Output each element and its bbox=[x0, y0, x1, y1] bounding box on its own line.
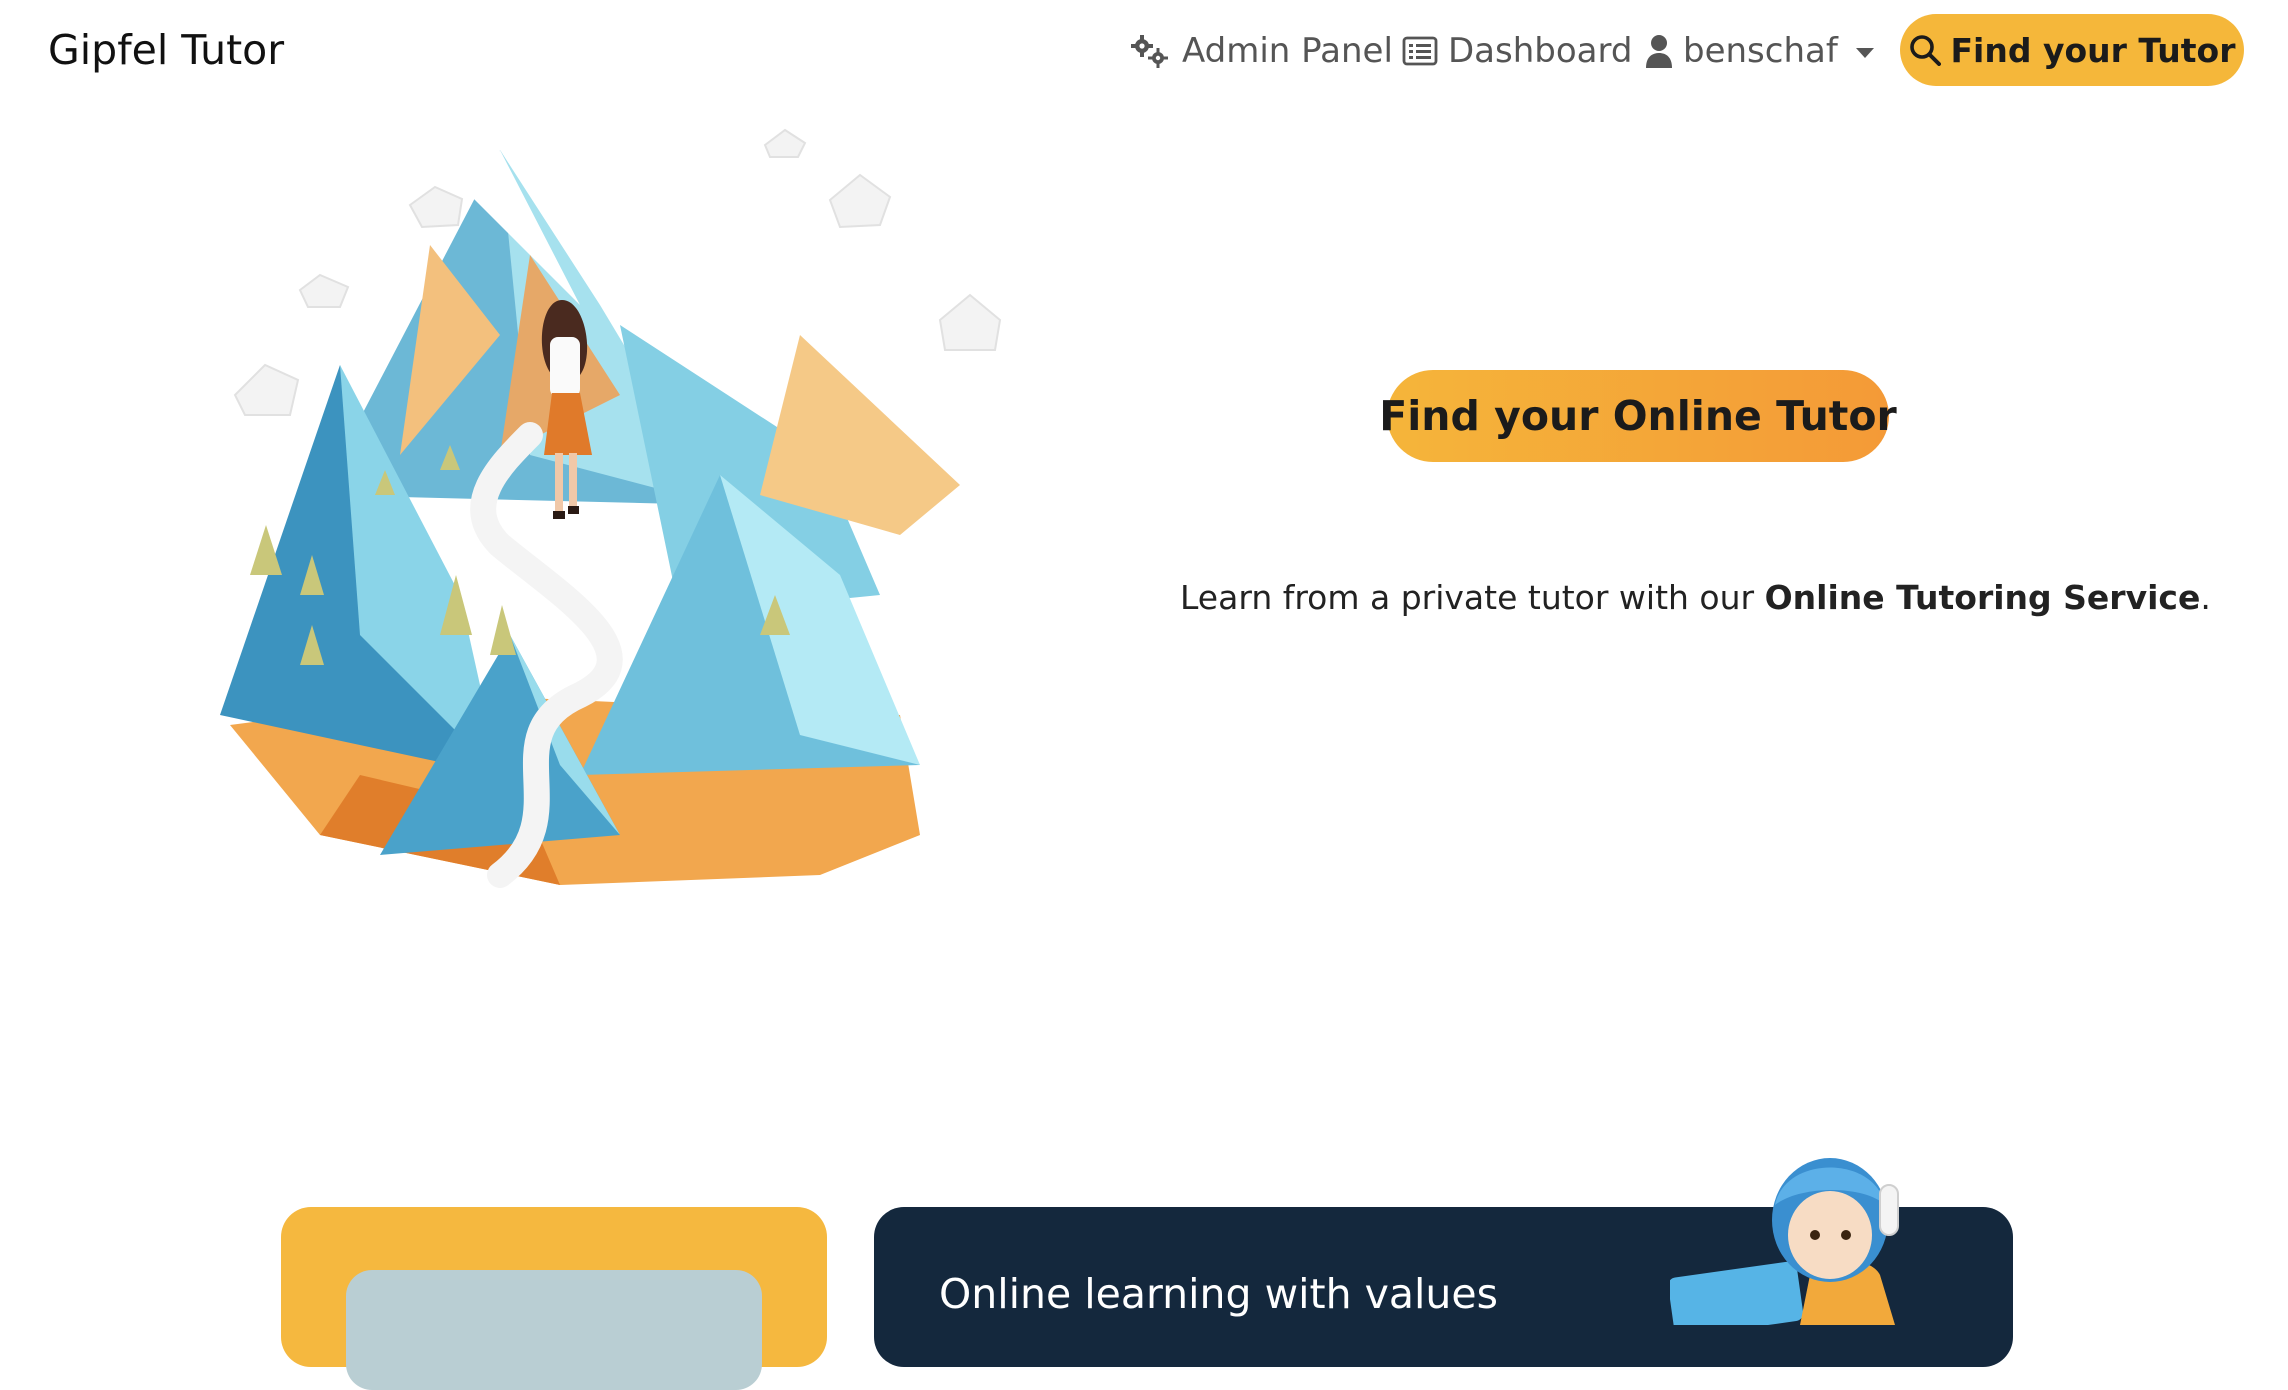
nav-admin-panel[interactable]: Admin Panel bbox=[1130, 31, 1393, 71]
lead-suffix: . bbox=[2200, 578, 2211, 617]
lead-bold: Online Tutoring Service bbox=[1764, 578, 2201, 617]
search-icon bbox=[1909, 35, 1941, 66]
list-icon bbox=[1402, 36, 1438, 66]
find-online-tutor-button[interactable]: Find your Online Tutor bbox=[1379, 370, 1897, 462]
nav-user-label: benschaf bbox=[1683, 31, 1838, 71]
card-image bbox=[346, 1270, 762, 1390]
hero-lead-text: Learn from a private tutor with our Onli… bbox=[1180, 578, 2211, 617]
mountain-illustration bbox=[220, 128, 1002, 888]
nav-admin-label: Admin Panel bbox=[1182, 31, 1393, 71]
nav-dashboard-label: Dashboard bbox=[1448, 31, 1633, 71]
nav-dashboard[interactable]: Dashboard bbox=[1402, 31, 1632, 71]
brand-logo-text[interactable]: Gipfel Tutor bbox=[48, 26, 284, 74]
find-tutor-button[interactable]: Find your Tutor bbox=[1900, 14, 2244, 86]
mascot-illustration bbox=[1670, 1158, 1899, 1325]
nav-user-dropdown[interactable]: benschaf bbox=[1645, 31, 1874, 71]
chevron-down-icon bbox=[1855, 48, 1874, 58]
user-icon bbox=[1646, 35, 1672, 68]
values-card-title: Online learning with values bbox=[939, 1270, 1498, 1318]
find-tutor-label: Find your Tutor bbox=[1950, 30, 2236, 70]
gears-icon bbox=[1131, 35, 1168, 68]
feature-card-yellow bbox=[281, 1207, 827, 1390]
lead-prefix: Learn from a private tutor with our bbox=[1180, 578, 1765, 617]
